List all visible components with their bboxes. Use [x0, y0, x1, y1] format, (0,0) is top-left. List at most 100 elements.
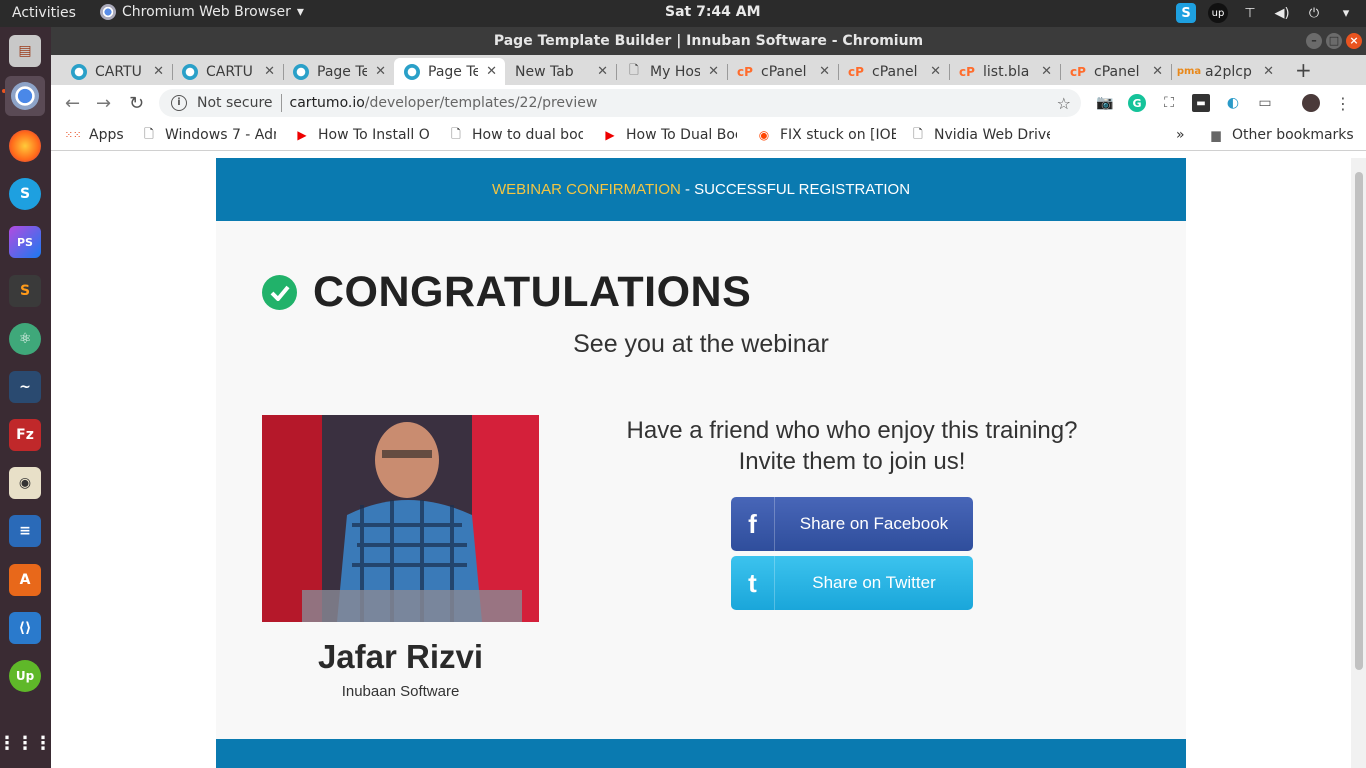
files-app-icon[interactable]: ▤ [9, 35, 41, 67]
bookmark-fix-stuck[interactable]: ◉ FIX stuck on [IOE [756, 127, 896, 143]
window-titlebar[interactable]: Page Template Builder | Innuban Software… [51, 27, 1366, 55]
page-scrollbar[interactable] [1351, 158, 1366, 768]
page-icon: 🗋 [144, 127, 154, 141]
tab-cartumo-1[interactable]: CARTU ✕ [61, 58, 172, 85]
filezilla-icon[interactable]: Fz [9, 419, 41, 451]
footer-band [216, 739, 1186, 768]
minimize-button[interactable]: – [1306, 33, 1322, 49]
tab-label: CARTU [206, 63, 253, 80]
security-status[interactable]: Not secure [197, 95, 273, 111]
bookmark-dual-boot-2[interactable]: ▶ How To Dual Boo [602, 127, 737, 143]
camera-extension-icon[interactable]: 📷 [1096, 94, 1114, 112]
bookmarks-bar: ⁙⁙ Apps 🗋 Windows 7 - Adm ▶ How To Insta… [51, 121, 1366, 151]
volume-icon[interactable]: ◀) [1272, 3, 1292, 23]
close-window-button[interactable]: × [1346, 33, 1362, 49]
presenter-name: Jafar Rizvi [317, 638, 484, 675]
tab-cpanel-2[interactable]: cP cPanel ✕ [838, 58, 949, 85]
upwork-tray-icon[interactable]: up [1208, 3, 1228, 23]
power-icon[interactable]: ⏻ [1304, 3, 1324, 23]
skype-tray-icon[interactable]: S [1176, 3, 1196, 23]
close-tab-icon[interactable]: ✕ [819, 64, 830, 79]
cast-icon[interactable]: ▭ [1256, 94, 1274, 112]
share-facebook-button[interactable]: f Share on Facebook [731, 497, 973, 551]
phpstorm-icon[interactable]: PS [9, 226, 41, 258]
bookmark-how-to-install[interactable]: ▶ How To Install O [294, 127, 429, 143]
reload-icon[interactable]: ↻ [129, 93, 144, 114]
bookmark-star-icon[interactable]: ☆ [1057, 94, 1071, 113]
tab-phpmyadmin[interactable]: pma a2plcp ✕ [1171, 58, 1282, 85]
firefox-icon[interactable] [9, 130, 41, 162]
tab-label: My Hos [650, 63, 700, 80]
tab-my-hosting[interactable]: 🗋 My Hos ✕ [616, 58, 727, 85]
app-menu[interactable]: Chromium Web Browser ▾ [100, 4, 304, 20]
close-tab-icon[interactable]: ✕ [1152, 64, 1163, 79]
menu-kebab-icon[interactable]: ⋮ [1334, 94, 1352, 113]
network-icon[interactable]: ⊤ [1240, 3, 1260, 23]
close-tab-icon[interactable]: ✕ [264, 64, 275, 79]
close-tab-icon[interactable]: ✕ [930, 64, 941, 79]
new-tab-button[interactable]: + [1295, 58, 1312, 82]
other-bookmarks-folder[interactable]: ▆ Other bookmarks [1208, 127, 1353, 143]
chromium-icon [100, 4, 116, 20]
bookmark-dual-boot-1[interactable]: 🗋 How to dual boo [448, 127, 583, 143]
bookmark-windows7[interactable]: 🗋 Windows 7 - Adm [141, 127, 276, 143]
check-circle-icon [262, 275, 297, 310]
tab-label: cPanel [761, 63, 807, 80]
back-arrow-icon[interactable]: ← [65, 93, 80, 114]
close-tab-icon[interactable]: ✕ [153, 64, 164, 79]
close-tab-icon[interactable]: ✕ [375, 64, 386, 79]
tab-cartumo-2[interactable]: CARTU ✕ [172, 58, 283, 85]
bookmark-label: Nvidia Web Drive [934, 127, 1050, 143]
libreoffice-writer-icon[interactable]: ≡ [9, 515, 41, 547]
tab-cpanel-3[interactable]: cP cPanel ✕ [1060, 58, 1171, 85]
share-twitter-button[interactable]: t Share on Twitter [731, 556, 973, 610]
close-tab-icon[interactable]: ✕ [597, 64, 608, 79]
extension-dark-icon[interactable]: ▬ [1192, 94, 1210, 112]
upwork-icon[interactable]: Up [9, 660, 41, 692]
invite-line-2: Invite them to join us! [738, 448, 966, 475]
profile-avatar[interactable] [1302, 94, 1320, 112]
atom-icon[interactable]: ⚛ [9, 323, 41, 355]
music-player-icon[interactable]: ◉ [9, 467, 41, 499]
tab-new-tab[interactable]: New Tab ✕ [505, 58, 616, 85]
app-menu-label: Chromium Web Browser [122, 4, 291, 20]
software-center-icon[interactable]: A [9, 564, 41, 596]
mysql-workbench-icon[interactable]: ~ [9, 371, 41, 403]
url-host: cartumo.io [289, 95, 365, 111]
maximize-button[interactable]: □ [1326, 33, 1342, 49]
bookmark-nvidia[interactable]: 🗋 Nvidia Web Drive [910, 127, 1050, 143]
close-tab-icon[interactable]: ✕ [486, 64, 497, 79]
bookmark-apps[interactable]: ⁙⁙ Apps [65, 127, 124, 143]
screenshot-extension-icon[interactable]: ⛶ [1160, 94, 1178, 112]
forward-arrow-icon[interactable]: → [96, 93, 111, 114]
tab-list-bla[interactable]: cP list.bla ✕ [949, 58, 1060, 85]
tab-page-template-1[interactable]: Page Te ✕ [283, 58, 394, 85]
vscode-icon[interactable]: ⟨⟩ [9, 612, 41, 644]
bookmark-label: How To Install O [318, 127, 429, 143]
close-tab-icon[interactable]: ✕ [1263, 64, 1274, 79]
page-viewport: WEBINAR CONFIRMATION - SUCCESSFUL REGIST… [51, 158, 1366, 768]
tab-cpanel-1[interactable]: cP cPanel ✕ [727, 58, 838, 85]
activities-button[interactable]: Activities [12, 5, 76, 21]
page-icon: 🗋 [913, 127, 923, 141]
show-applications-icon[interactable]: ⋮⋮⋮ [0, 727, 52, 759]
confirmation-banner: WEBINAR CONFIRMATION - SUCCESSFUL REGIST… [216, 158, 1186, 221]
skype-icon[interactable]: S [9, 178, 41, 210]
bookmarks-overflow-button[interactable]: » [1176, 127, 1185, 143]
chevron-down-icon[interactable]: ▾ [1336, 3, 1356, 23]
info-icon[interactable]: i [171, 95, 187, 111]
address-bar[interactable]: i Not secure cartumo.io/developer/templa… [159, 89, 1081, 117]
chromium-dock-icon[interactable] [5, 76, 45, 116]
tab-page-template-active[interactable]: Page Te ✕ [394, 58, 505, 85]
scrollbar-thumb[interactable] [1355, 172, 1363, 670]
tab-label: Page Te [317, 63, 367, 80]
close-tab-icon[interactable]: ✕ [708, 64, 719, 79]
tab-label: New Tab [515, 63, 574, 80]
grammarly-icon[interactable]: G [1128, 94, 1146, 112]
invite-text: Have a friend who who enjoy this trainin… [586, 415, 1118, 477]
cartumo-extension-icon[interactable]: ◐ [1224, 94, 1242, 112]
clock[interactable]: Sat 7:44 AM [665, 4, 761, 20]
close-tab-icon[interactable]: ✕ [1041, 64, 1052, 79]
sublime-text-icon[interactable]: S [9, 275, 41, 307]
tab-label: CARTU [95, 63, 142, 80]
